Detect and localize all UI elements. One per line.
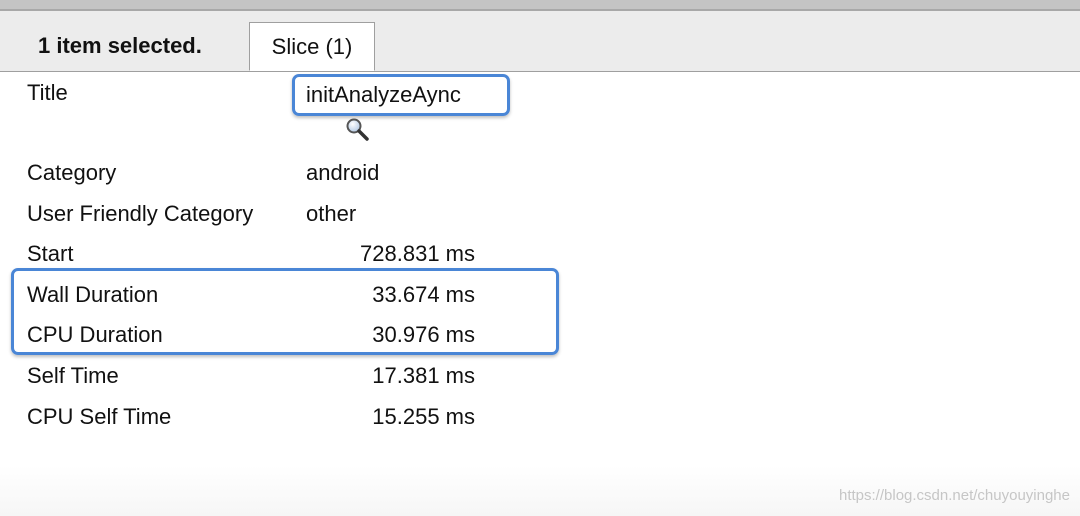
- cpu-duration-label: CPU Duration: [27, 322, 163, 347]
- category-value: android: [306, 160, 380, 185]
- tab-slice-label: Slice (1): [271, 34, 353, 59]
- search-icon[interactable]: [344, 116, 370, 142]
- start-value: 728.831 ms: [360, 241, 475, 266]
- wall-duration-value: 33.674 ms: [372, 282, 475, 307]
- start-label: Start: [27, 241, 74, 266]
- cpu-self-time-label: CPU Self Time: [27, 404, 172, 429]
- self-time-value: 17.381 ms: [372, 363, 475, 388]
- user-friendly-category-value: other: [306, 201, 357, 226]
- user-friendly-category-label: User Friendly Category: [27, 201, 254, 226]
- self-time-label: Self Time: [27, 363, 119, 388]
- cpu-duration-value: 30.976 ms: [372, 322, 475, 347]
- selection-count-label: 1 item selected.: [38, 33, 202, 58]
- watermark-text: https://blog.csdn.net/chuyouyinghe: [839, 487, 1070, 504]
- wall-duration-label: Wall Duration: [27, 282, 159, 307]
- cpu-self-time-value: 15.255 ms: [372, 404, 475, 429]
- tab-slice[interactable]: Slice (1): [249, 22, 375, 71]
- title-highlight-box: [292, 74, 510, 116]
- title-label: Title: [27, 80, 68, 105]
- window-top-bar: [0, 0, 1080, 11]
- category-label: Category: [27, 160, 117, 185]
